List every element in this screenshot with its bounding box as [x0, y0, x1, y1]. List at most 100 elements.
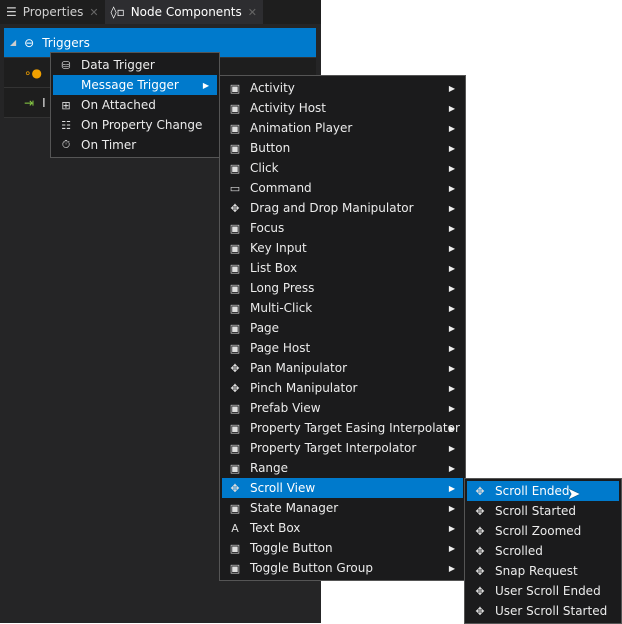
menu-item-scroll-zoomed[interactable]: ✥ Scroll Zoomed — [467, 521, 619, 541]
chevron-right-icon: ▶ — [448, 83, 455, 93]
command-icon: ▭ — [229, 181, 241, 195]
long-press-icon: ▣ — [229, 281, 241, 295]
chevron-right-icon: ▶ — [448, 203, 455, 213]
close-icon[interactable]: ✕ — [89, 6, 98, 19]
menu-item-property-target-interpolator[interactable]: ▣ Property Target Interpolator ▶ — [222, 438, 463, 458]
chevron-right-icon: ▶ — [448, 563, 455, 573]
menu-item-on-attached[interactable]: ⊞ On Attached — [53, 95, 217, 115]
user-scroll-ended-icon: ✥ — [475, 584, 485, 598]
mouse-cursor-icon: ➤ — [567, 484, 581, 503]
menu-item-activity-host[interactable]: ▣ Activity Host ▶ — [222, 98, 463, 118]
page-host-icon: ▣ — [229, 341, 241, 355]
chevron-right-icon: ▶ — [448, 403, 455, 413]
menu-item-command[interactable]: ▭ Command ▶ — [222, 178, 463, 198]
list-box-icon: ▣ — [229, 261, 241, 275]
menu-item-property-target-easing-interpolator[interactable]: ▣ Property Target Easing Interpolator ▶ — [222, 418, 463, 438]
menu-item-page[interactable]: ▣ Page ▶ — [222, 318, 463, 338]
chevron-right-icon: ▶ — [448, 323, 455, 333]
menu-item-page-host[interactable]: ▣ Page Host ▶ — [222, 338, 463, 358]
menu-item-click[interactable]: ▣ Click ▶ — [222, 158, 463, 178]
chevron-right-icon: ▶ — [448, 123, 455, 133]
tab-properties[interactable]: ☰ Properties ✕ — [0, 0, 105, 24]
menu-item-long-press[interactable]: ▣ Long Press ▶ — [222, 278, 463, 298]
menu-item-user-scroll-ended[interactable]: ✥ User Scroll Ended — [467, 581, 619, 601]
chevron-right-icon: ▶ — [448, 343, 455, 353]
on-timer-icon: ⏱ — [61, 138, 71, 151]
chevron-right-icon: ▶ — [202, 80, 209, 90]
menu-item-pinch-manipulator[interactable]: ✥ Pinch Manipulator ▶ — [222, 378, 463, 398]
on-property-change-icon: ☷ — [61, 118, 71, 132]
chevron-right-icon: ▶ — [448, 223, 455, 233]
key-input-icon: ▣ — [229, 241, 241, 255]
chevron-right-icon: ▶ — [448, 423, 455, 433]
chevron-right-icon: ▶ — [448, 363, 455, 373]
chevron-right-icon: ▶ — [448, 463, 455, 473]
scroll-view-icon: ✥ — [230, 481, 240, 495]
chevron-right-icon: ▶ — [448, 263, 455, 273]
activity-icon: ▣ — [229, 81, 241, 95]
menu-item-button[interactable]: ▣ Button ▶ — [222, 138, 463, 158]
menu-item-scroll-view[interactable]: ✥ Scroll View ▶ — [222, 478, 463, 498]
range-icon: ▣ — [229, 461, 241, 475]
menu-item-on-property-change[interactable]: ☷ On Property Change — [53, 115, 217, 135]
chevron-right-icon: ▶ — [448, 143, 455, 153]
menu-item-focus[interactable]: ▣ Focus ▶ — [222, 218, 463, 238]
close-icon[interactable]: ✕ — [248, 6, 257, 19]
text-box-icon: A — [231, 521, 239, 535]
input-icon: ⇥ — [24, 95, 35, 110]
menu-item-key-input[interactable]: ▣ Key Input ▶ — [222, 238, 463, 258]
page-icon: ▣ — [229, 321, 241, 335]
chevron-right-icon: ▶ — [448, 543, 455, 553]
chevron-right-icon: ▶ — [448, 163, 455, 173]
button-icon: ▣ — [229, 141, 241, 155]
scroll-zoomed-icon: ✥ — [475, 524, 485, 538]
menu-item-pan-manipulator[interactable]: ✥ Pan Manipulator ▶ — [222, 358, 463, 378]
menu-item-animation-player[interactable]: ▣ Animation Player ▶ — [222, 118, 463, 138]
menu-item-snap-request[interactable]: ✥ Snap Request — [467, 561, 619, 581]
animation-icon: ∘● — [24, 65, 42, 80]
message-trigger-icon — [57, 77, 75, 93]
menu-item-prefab-view[interactable]: ▣ Prefab View ▶ — [222, 398, 463, 418]
property-target-easing-interpolator-icon: ▣ — [229, 421, 241, 435]
activity-host-icon: ▣ — [229, 101, 241, 115]
chevron-right-icon: ▶ — [448, 383, 455, 393]
menu-item-toggle-button-group[interactable]: ▣ Toggle Button Group ▶ — [222, 558, 463, 578]
prefab-view-icon: ▣ — [229, 401, 241, 415]
menu-item-multi-click[interactable]: ▣ Multi-Click ▶ — [222, 298, 463, 318]
menu-item-text-box[interactable]: A Text Box ▶ — [222, 518, 463, 538]
chevron-right-icon: ▶ — [448, 183, 455, 193]
chevron-right-icon: ▶ — [448, 103, 455, 113]
menu-item-activity[interactable]: ▣ Activity ▶ — [222, 78, 463, 98]
user-scroll-started-icon: ✥ — [475, 604, 485, 618]
on-attached-icon: ⊞ — [61, 98, 71, 112]
toggle-button-icon: ▣ — [229, 541, 241, 555]
state-manager-icon: ▣ — [229, 501, 241, 515]
menu-item-list-box[interactable]: ▣ List Box ▶ — [222, 258, 463, 278]
menu-item-data-trigger[interactable]: ⛁ Data Trigger — [53, 55, 217, 75]
menu-item-scroll-started[interactable]: ✥ Scroll Started — [467, 501, 619, 521]
menu-item-range[interactable]: ▣ Range ▶ — [222, 458, 463, 478]
tab-node-components[interactable]: ◊▫ Node Components ✕ — [104, 0, 263, 24]
expand-icon[interactable]: ◢ — [10, 38, 16, 47]
menu-item-user-scroll-started[interactable]: ✥ User Scroll Started — [467, 601, 619, 621]
trigger-type-menu: ⛁ Data Trigger Message Trigger ▶ ⊞ On Attache… — [50, 52, 220, 158]
menu-item-state-manager[interactable]: ▣ State Manager ▶ — [222, 498, 463, 518]
data-trigger-icon: ⛁ — [61, 58, 71, 72]
message-trigger-submenu: ▣ Activity ▶ ▣ Activity Host ▶ ▣ Animation Play… — [219, 75, 466, 581]
drag-and-drop-manipulator-icon: ✥ — [230, 201, 240, 215]
pan-manipulator-icon: ✥ — [230, 361, 240, 375]
menu-item-message-trigger[interactable]: Message Trigger ▶ — [53, 75, 217, 95]
scroll-started-icon: ✥ — [475, 504, 485, 518]
trigger-icon: ⊖ — [24, 35, 35, 50]
chevron-right-icon: ▶ — [448, 243, 455, 253]
menu-item-toggle-button[interactable]: ▣ Toggle Button ▶ — [222, 538, 463, 558]
chevron-right-icon: ▶ — [448, 443, 455, 453]
menu-item-scroll-ended[interactable]: ✥ Scroll Ended — [467, 481, 619, 501]
menu-item-drag-and-drop-manipulator[interactable]: ✥ Drag and Drop Manipulator ▶ — [222, 198, 463, 218]
menu-item-scrolled[interactable]: ✥ Scrolled — [467, 541, 619, 561]
tab-bar: ☰ Properties ✕ ◊▫ Node Components ✕ — [0, 0, 321, 24]
focus-icon: ▣ — [229, 221, 241, 235]
menu-item-on-timer[interactable]: ⏱ On Timer — [53, 135, 217, 155]
scrolled-icon: ✥ — [475, 544, 485, 558]
snap-request-icon: ✥ — [475, 564, 485, 578]
